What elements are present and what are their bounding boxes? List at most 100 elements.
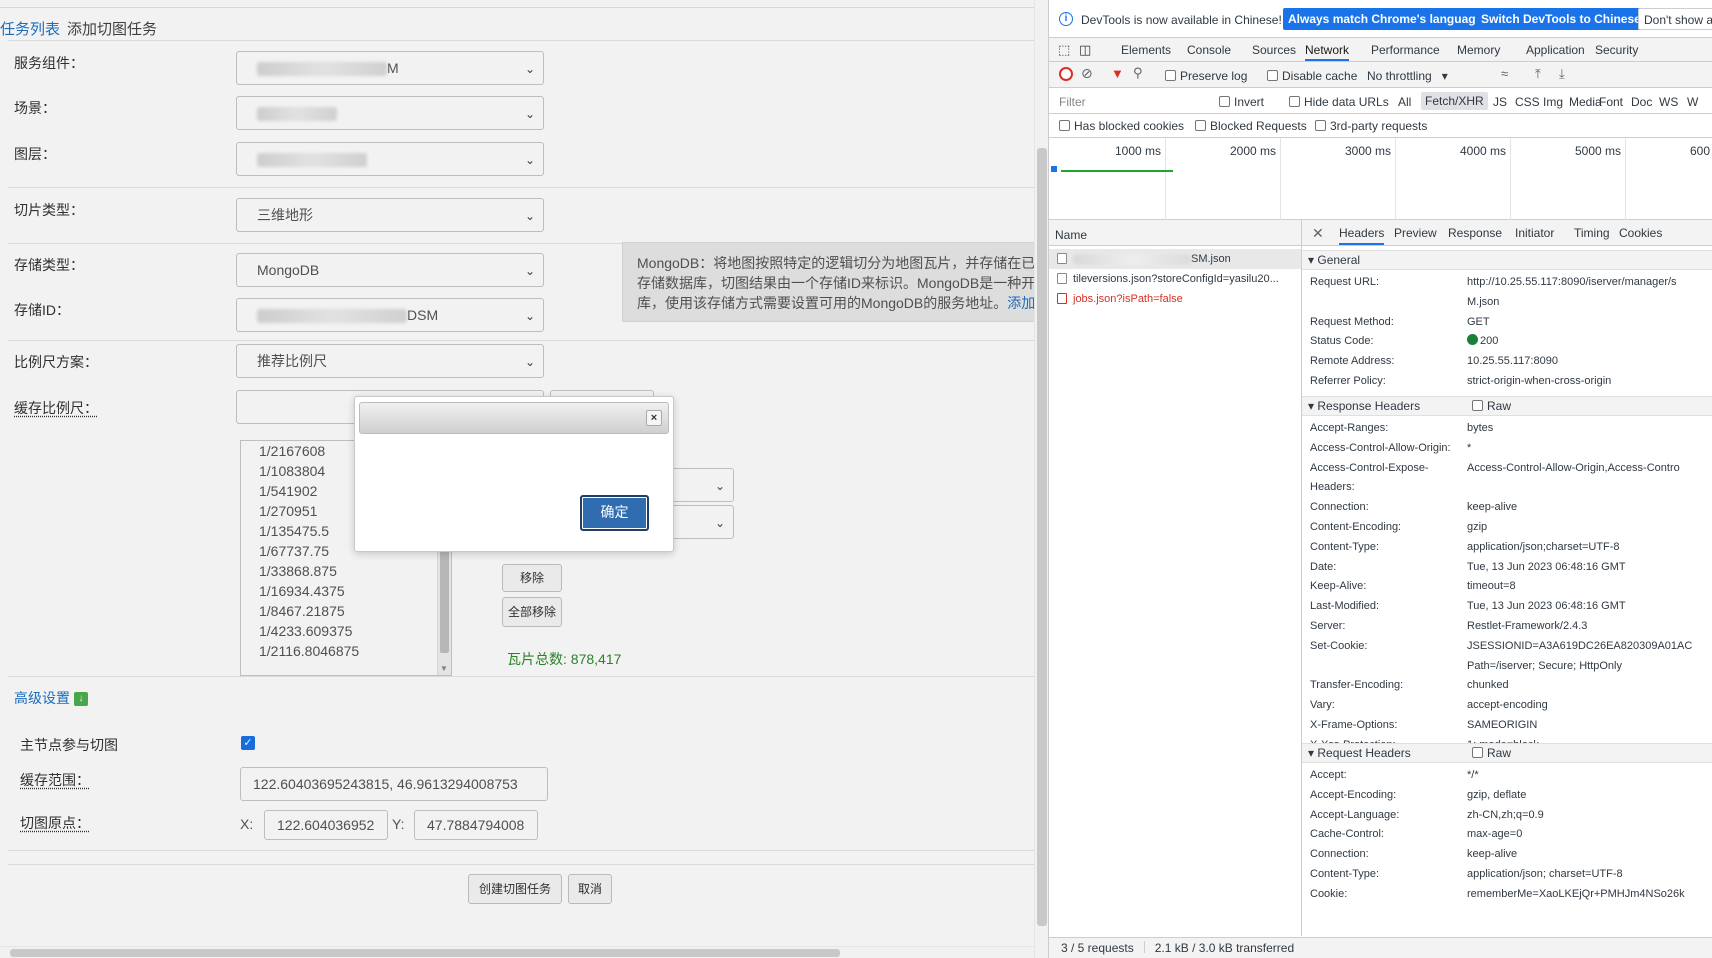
throttling-select[interactable]: No throttling ▾ (1367, 69, 1448, 83)
name-column-header[interactable]: Name (1049, 220, 1302, 246)
advanced-settings-toggle[interactable]: 高级设置 ↓ (14, 688, 88, 708)
import-har-icon[interactable]: ⤒ (1535, 66, 1541, 82)
third-party-checkbox[interactable]: 3rd-party requests (1315, 119, 1427, 133)
scene-select[interactable]: ⌄ (236, 96, 544, 130)
detail-tab-headers[interactable]: Headers (1339, 220, 1385, 245)
header-value-text: 10.25.55.117:8090 (1467, 355, 1558, 368)
filter-fetch-xhr[interactable]: Fetch/XHR (1421, 92, 1488, 110)
switch-chinese-button[interactable]: Switch DevTools to Chinese (1476, 8, 1646, 30)
scale-list-item[interactable]: 1/16934.4375 (241, 581, 451, 601)
scale-list-item[interactable]: 1/8467.21875 (241, 601, 451, 621)
dont-show-button[interactable]: Don't show a (1638, 8, 1712, 30)
response-headers-section-header[interactable]: ▾ Response Headers Raw (1302, 396, 1712, 416)
filter-type-css[interactable]: CSS (1515, 95, 1540, 109)
tile-type-select[interactable]: 三维地形 ⌄ (236, 198, 544, 232)
clear-icon[interactable]: ⊘ (1081, 65, 1093, 82)
detail-tab-cookies[interactable]: Cookies (1619, 220, 1662, 245)
blocked-requests-checkbox[interactable]: Blocked Requests (1195, 119, 1307, 133)
scale-list-item[interactable]: 1/33868.875 (241, 561, 451, 581)
filter-type-ws[interactable]: WS (1659, 95, 1678, 109)
filter-all[interactable]: All (1398, 95, 1411, 109)
record-stop-icon[interactable] (1059, 67, 1073, 81)
scale-side-select-2[interactable]: ⌄ (670, 505, 734, 539)
scroll-down-icon[interactable]: ▼ (440, 664, 448, 673)
close-icon[interactable]: ✕ (1312, 220, 1324, 245)
match-language-button[interactable]: Always match Chrome's language (1283, 8, 1488, 30)
origin-y-input[interactable]: 47.7884794008 (414, 810, 538, 840)
request-row[interactable]: SM.json (1049, 249, 1301, 269)
filter-type-font[interactable]: Font (1599, 95, 1623, 109)
header-value: SAMEORIGIN (1467, 716, 1537, 736)
search-icon[interactable]: ⚲ (1133, 65, 1143, 81)
network-conditions-icon[interactable]: ≈ (1501, 66, 1508, 81)
header-value-text: SAMEORIGIN (1467, 719, 1538, 731)
blocked-cookies-checkbox[interactable]: Has blocked cookies (1059, 119, 1184, 133)
filter-type-w[interactable]: W (1687, 95, 1698, 109)
cache-range-input[interactable]: 122.60403695243815, 46.9613294008753 (240, 767, 548, 801)
timeline-tick-label: 1000 ms (1115, 144, 1162, 158)
detail-tab-preview[interactable]: Preview (1394, 220, 1437, 245)
devtools-tab-application[interactable]: Application (1526, 38, 1585, 61)
inspect-element-icon[interactable]: ⬚ (1058, 38, 1070, 61)
service-select[interactable]: M ⌄ (236, 51, 544, 85)
ok-button[interactable]: 确定 (580, 495, 649, 531)
header-value-text: keep-alive (1467, 501, 1518, 514)
storage-type-select[interactable]: MongoDB ⌄ (236, 253, 544, 287)
device-toolbar-icon[interactable]: ◫ (1079, 38, 1091, 61)
close-icon[interactable]: × (646, 410, 662, 426)
devtools-tab-sources[interactable]: Sources (1252, 38, 1296, 61)
disable-cache-checkbox[interactable]: Disable cache (1267, 69, 1357, 83)
layer-select[interactable]: ⌄ (236, 142, 544, 176)
network-overview-timeline[interactable]: 1000 ms 2000 ms 3000 ms 4000 ms 5000 ms 600 (1049, 138, 1712, 220)
header-value: Restlet-Framework/2.4.3 (1467, 617, 1587, 637)
divider (8, 187, 1036, 188)
request-row[interactable]: jobs.json?isPath=false (1049, 289, 1301, 309)
filter-input[interactable]: Filter (1059, 95, 1086, 109)
filter-type-img[interactable]: Img (1543, 95, 1563, 109)
scale-list-item[interactable]: 1/2116.8046875 (241, 641, 451, 661)
detail-tab-initiator[interactable]: Initiator (1515, 220, 1554, 245)
storage-id-select[interactable]: DSM ⌄ (236, 298, 544, 332)
scale-scheme-select[interactable]: 推荐比例尺 ⌄ (236, 344, 544, 378)
header-value-text: M.json (1467, 295, 1500, 308)
remove-all-button[interactable]: 全部移除 (502, 597, 562, 627)
raw-checkbox[interactable]: Raw (1472, 397, 1511, 415)
create-task-button[interactable]: 创建切图任务 (468, 874, 562, 904)
header-value-text: Tue, 13 Jun 2023 06:48:16 GMT (1467, 600, 1626, 613)
vertical-scrollbar[interactable] (1034, 0, 1048, 958)
devtools-tab-performance[interactable]: Performance (1371, 38, 1440, 61)
preserve-log-checkbox[interactable]: Preserve log (1165, 69, 1247, 83)
header-name: Access-Control-Allow-Origin: (1310, 441, 1451, 454)
request-row[interactable]: tileversions.json?storeConfigId=yasilu20… (1049, 269, 1301, 289)
scale-list-item[interactable]: 1/4233.609375 (241, 621, 451, 641)
hide-data-urls-checkbox[interactable]: Hide data URLs (1289, 95, 1389, 109)
timeline-gridline (1395, 138, 1396, 220)
invert-checkbox[interactable]: Invert (1219, 95, 1264, 109)
export-har-icon[interactable]: ⤓ (1559, 66, 1565, 82)
devtools-tab-elements[interactable]: Elements (1121, 38, 1171, 61)
devtools-tab-network[interactable]: Network (1305, 38, 1350, 61)
raw-checkbox[interactable]: Raw (1472, 744, 1511, 762)
header-value: */* (1467, 766, 1479, 786)
master-node-checkbox[interactable]: ✓ (241, 736, 255, 750)
scale-side-select-1[interactable]: ⌄ (670, 468, 734, 502)
chevron-down-icon: ⌄ (524, 153, 535, 167)
filter-type-media[interactable]: Media (1569, 95, 1602, 109)
info-line: 存储数据库，切图结果由一个存储ID来标识。MongoDB是一种开源 (637, 275, 1048, 291)
detail-tab-timing[interactable]: Timing (1574, 220, 1610, 245)
request-headers-section-header[interactable]: ▾ Request Headers Raw (1302, 743, 1712, 763)
breadcrumb-task-list-link[interactable]: 任务列表 (0, 21, 60, 38)
detail-tab-response[interactable]: Response (1448, 220, 1502, 245)
devtools-tab-security[interactable]: Security (1595, 38, 1638, 61)
filter-icon[interactable]: ▼ (1111, 66, 1124, 81)
general-section-header[interactable]: ▾ General (1302, 250, 1712, 270)
horizontal-scrollbar[interactable] (0, 946, 1034, 958)
devtools-tab-memory[interactable]: Memory (1457, 38, 1500, 61)
remove-button[interactable]: 移除 (502, 564, 562, 592)
filter-type-doc[interactable]: Doc (1631, 95, 1652, 109)
devtools-tab-console[interactable]: Console (1187, 38, 1231, 61)
cancel-button[interactable]: 取消 (568, 874, 612, 904)
filter-type-js[interactable]: JS (1493, 95, 1507, 109)
timeline-gridline (1280, 138, 1281, 220)
origin-x-input[interactable]: 122.604036952 (264, 810, 388, 840)
